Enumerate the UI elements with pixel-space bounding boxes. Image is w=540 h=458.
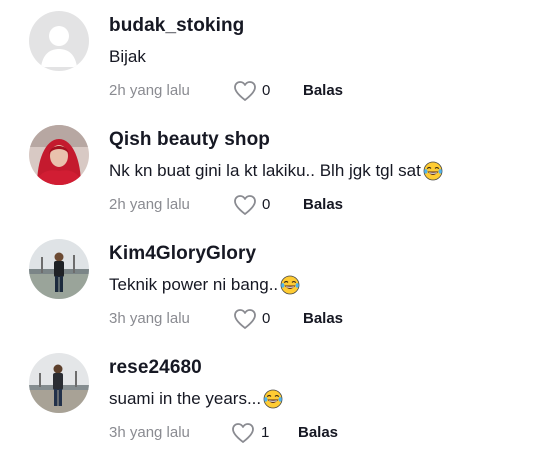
- comment-text-content: Nk kn buat gini la kt lakiku.. Blh jgk t…: [109, 161, 421, 180]
- heart-outline-icon: [234, 195, 256, 215]
- comment-item: Qish beauty shop Nk kn buat gini la kt l…: [0, 114, 540, 228]
- tears-of-joy-emoji-icon: [423, 161, 443, 181]
- like-count: 0: [262, 82, 271, 99]
- comment-username[interactable]: Kim4GloryGlory: [109, 243, 256, 265]
- comment-text-content: Teknik power ni bang..: [109, 275, 279, 294]
- like-count: 1: [261, 424, 270, 441]
- avatar[interactable]: [29, 239, 89, 299]
- comment-username[interactable]: rese24680: [109, 357, 202, 379]
- comment-username[interactable]: Qish beauty shop: [109, 129, 270, 151]
- like-button[interactable]: [233, 194, 257, 216]
- comment-username[interactable]: budak_stoking: [109, 15, 244, 37]
- heart-outline-icon: [232, 423, 254, 443]
- comment-timestamp: 2h yang lalu: [109, 196, 190, 213]
- avatar[interactable]: [29, 11, 89, 71]
- comment-text: Bijak: [109, 47, 146, 67]
- like-button[interactable]: [233, 80, 257, 102]
- comment-item: rese24680 suami in the years... 3h yang …: [0, 342, 540, 456]
- default-avatar-icon: [29, 11, 89, 71]
- heart-outline-icon: [234, 81, 256, 101]
- avatar[interactable]: [29, 125, 89, 185]
- comment-meta: 2h yang lalu 0 Balas: [109, 80, 529, 102]
- avatar[interactable]: [29, 353, 89, 413]
- heart-outline-icon: [234, 309, 256, 329]
- reply-button[interactable]: Balas: [303, 310, 343, 327]
- user-photo-avatar-icon: [29, 353, 89, 413]
- comment-timestamp: 3h yang lalu: [109, 424, 190, 441]
- reply-button[interactable]: Balas: [303, 82, 343, 99]
- comment-timestamp: 2h yang lalu: [109, 82, 190, 99]
- comment-text: Teknik power ni bang..: [109, 275, 300, 295]
- comment-timestamp: 3h yang lalu: [109, 310, 190, 327]
- tears-of-joy-emoji-icon: [263, 389, 283, 409]
- comment-meta: 3h yang lalu 1 Balas: [109, 422, 529, 444]
- like-button[interactable]: [231, 422, 255, 444]
- comment-item: Kim4GloryGlory Teknik power ni bang.. 3h…: [0, 228, 540, 342]
- comment-meta: 3h yang lalu 0 Balas: [109, 308, 529, 330]
- like-count: 0: [262, 310, 271, 327]
- comment-text-content: suami in the years...: [109, 389, 262, 408]
- user-photo-avatar-icon: [29, 239, 89, 299]
- comment-text: suami in the years...: [109, 389, 283, 409]
- reply-button[interactable]: Balas: [298, 424, 338, 441]
- comment-item: budak_stoking Bijak 2h yang lalu 0 Balas: [0, 0, 540, 114]
- reply-button[interactable]: Balas: [303, 196, 343, 213]
- like-button[interactable]: [233, 308, 257, 330]
- comment-meta: 2h yang lalu 0 Balas: [109, 194, 529, 216]
- user-photo-avatar-icon: [29, 125, 89, 185]
- comment-text: Nk kn buat gini la kt lakiku.. Blh jgk t…: [109, 161, 443, 181]
- comment-text-content: Bijak: [109, 47, 146, 66]
- like-count: 0: [262, 196, 271, 213]
- tears-of-joy-emoji-icon: [280, 275, 300, 295]
